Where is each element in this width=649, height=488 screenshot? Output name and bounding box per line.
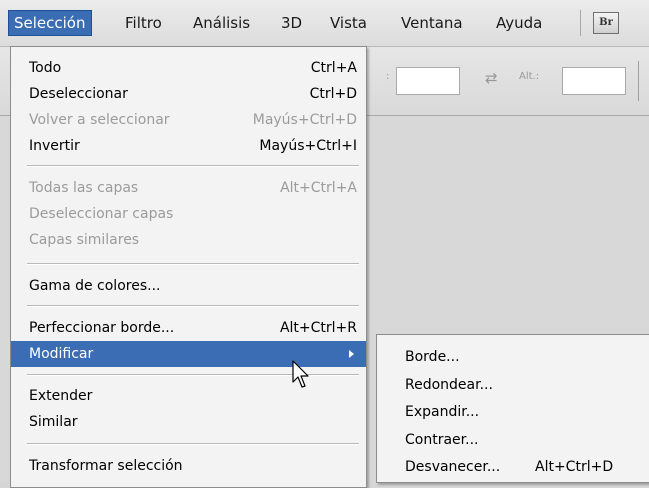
menu-separator	[27, 305, 359, 307]
menu-item-invertir[interactable]: Invertir Mayús+Ctrl+I	[11, 133, 366, 159]
submenu-item-label: Redondear...	[405, 377, 493, 393]
submenu-item-redondear[interactable]: Redondear...	[377, 371, 649, 399]
width-colon-label: :	[386, 71, 390, 82]
menu-item-label: Deseleccionar capas	[29, 206, 174, 222]
menu-separator	[27, 443, 359, 445]
menu-filtro[interactable]: Filtro	[120, 11, 167, 35]
menu-item-shortcut: Mayús+Ctrl+D	[252, 112, 357, 128]
menu-separator	[27, 263, 359, 265]
menu-item-similar[interactable]: Similar	[11, 409, 366, 435]
menu-item-label: Todo	[29, 60, 62, 76]
menu-item-label: Volver a seleccionar	[29, 112, 170, 128]
width-input[interactable]	[396, 67, 460, 95]
submenu-item-shortcut: Alt+Ctrl+D	[535, 459, 614, 475]
menu-item-label: Similar	[29, 414, 78, 430]
menu-item-shortcut: Ctrl+D	[309, 86, 357, 102]
height-input[interactable]	[562, 67, 626, 95]
menu-item-modificar[interactable]: Modificar	[11, 341, 366, 367]
submenu-item-label: Expandir...	[405, 404, 480, 420]
menu-item-transformar-seleccion[interactable]: Transformar selección	[11, 453, 366, 479]
menu-item-volver-a-seleccionar: Volver a seleccionar Mayús+Ctrl+D	[11, 107, 366, 133]
modificar-submenu: Borde... Redondear... Expandir... Contra…	[376, 334, 649, 483]
menu-seleccion[interactable]: Selección	[8, 10, 92, 36]
menu-item-label: Deseleccionar	[29, 86, 128, 102]
menu-bar: Selección Filtro Análisis 3D Vista Venta…	[0, 0, 649, 47]
menu-item-label: Gama de colores...	[29, 278, 161, 294]
menu-item-label: Modificar	[29, 346, 94, 362]
menu-item-deseleccionar[interactable]: Deseleccionar Ctrl+D	[11, 81, 366, 107]
menu-item-shortcut: Mayús+Ctrl+I	[259, 138, 357, 154]
menu-item-gama-de-colores[interactable]: Gama de colores...	[11, 273, 366, 299]
menu-item-perfeccionar-borde[interactable]: Perfeccionar borde... Alt+Ctrl+R	[11, 315, 366, 341]
menu-item-shortcut: Ctrl+A	[310, 60, 357, 76]
submenu-item-borde[interactable]: Borde...	[377, 343, 649, 371]
menu-item-shortcut: Alt+Ctrl+A	[280, 180, 357, 196]
menu-item-label: Transformar selección	[29, 458, 183, 474]
menu-item-label: Capas similares	[29, 232, 140, 248]
menu-item-capas-similares: Capas similares	[11, 227, 366, 253]
seleccion-dropdown-menu: Todo Ctrl+A Deseleccionar Ctrl+D Volver …	[10, 46, 367, 488]
menu-item-extender[interactable]: Extender	[11, 383, 366, 409]
menu-item-label: Invertir	[29, 138, 80, 154]
menu-3d[interactable]: 3D	[276, 11, 307, 35]
swap-arrows-icon[interactable]: ⇄	[485, 69, 498, 87]
submenu-item-desvanecer[interactable]: Desvanecer... Alt+Ctrl+D	[377, 453, 649, 481]
menu-ayuda[interactable]: Ayuda	[491, 11, 547, 35]
options-divider	[638, 61, 639, 101]
menu-item-deseleccionar-capas: Deseleccionar capas	[11, 201, 366, 227]
submenu-item-contraer[interactable]: Contraer...	[377, 426, 649, 454]
bridge-button[interactable]: Br	[593, 12, 619, 34]
menu-item-label: Perfeccionar borde...	[29, 320, 175, 336]
mouse-pointer-icon	[292, 360, 309, 388]
menu-item-todo[interactable]: Todo Ctrl+A	[11, 55, 366, 81]
submenu-item-label: Borde...	[405, 349, 460, 365]
submenu-arrow-icon	[349, 350, 354, 358]
menu-separator	[27, 165, 359, 167]
menu-vista[interactable]: Vista	[325, 11, 372, 35]
menu-ventana[interactable]: Ventana	[396, 11, 468, 35]
menu-item-label: Extender	[29, 388, 93, 404]
menu-item-label: Todas las capas	[29, 180, 139, 196]
menu-analisis[interactable]: Análisis	[188, 11, 255, 35]
submenu-item-label: Desvanecer...	[405, 459, 501, 475]
submenu-item-label: Contraer...	[405, 432, 479, 448]
menu-item-shortcut: Alt+Ctrl+R	[279, 320, 357, 336]
height-label: Alt.:	[519, 71, 540, 82]
submenu-item-expandir[interactable]: Expandir...	[377, 398, 649, 426]
menu-item-todas-las-capas: Todas las capas Alt+Ctrl+A	[11, 175, 366, 201]
menubar-divider	[580, 10, 581, 36]
